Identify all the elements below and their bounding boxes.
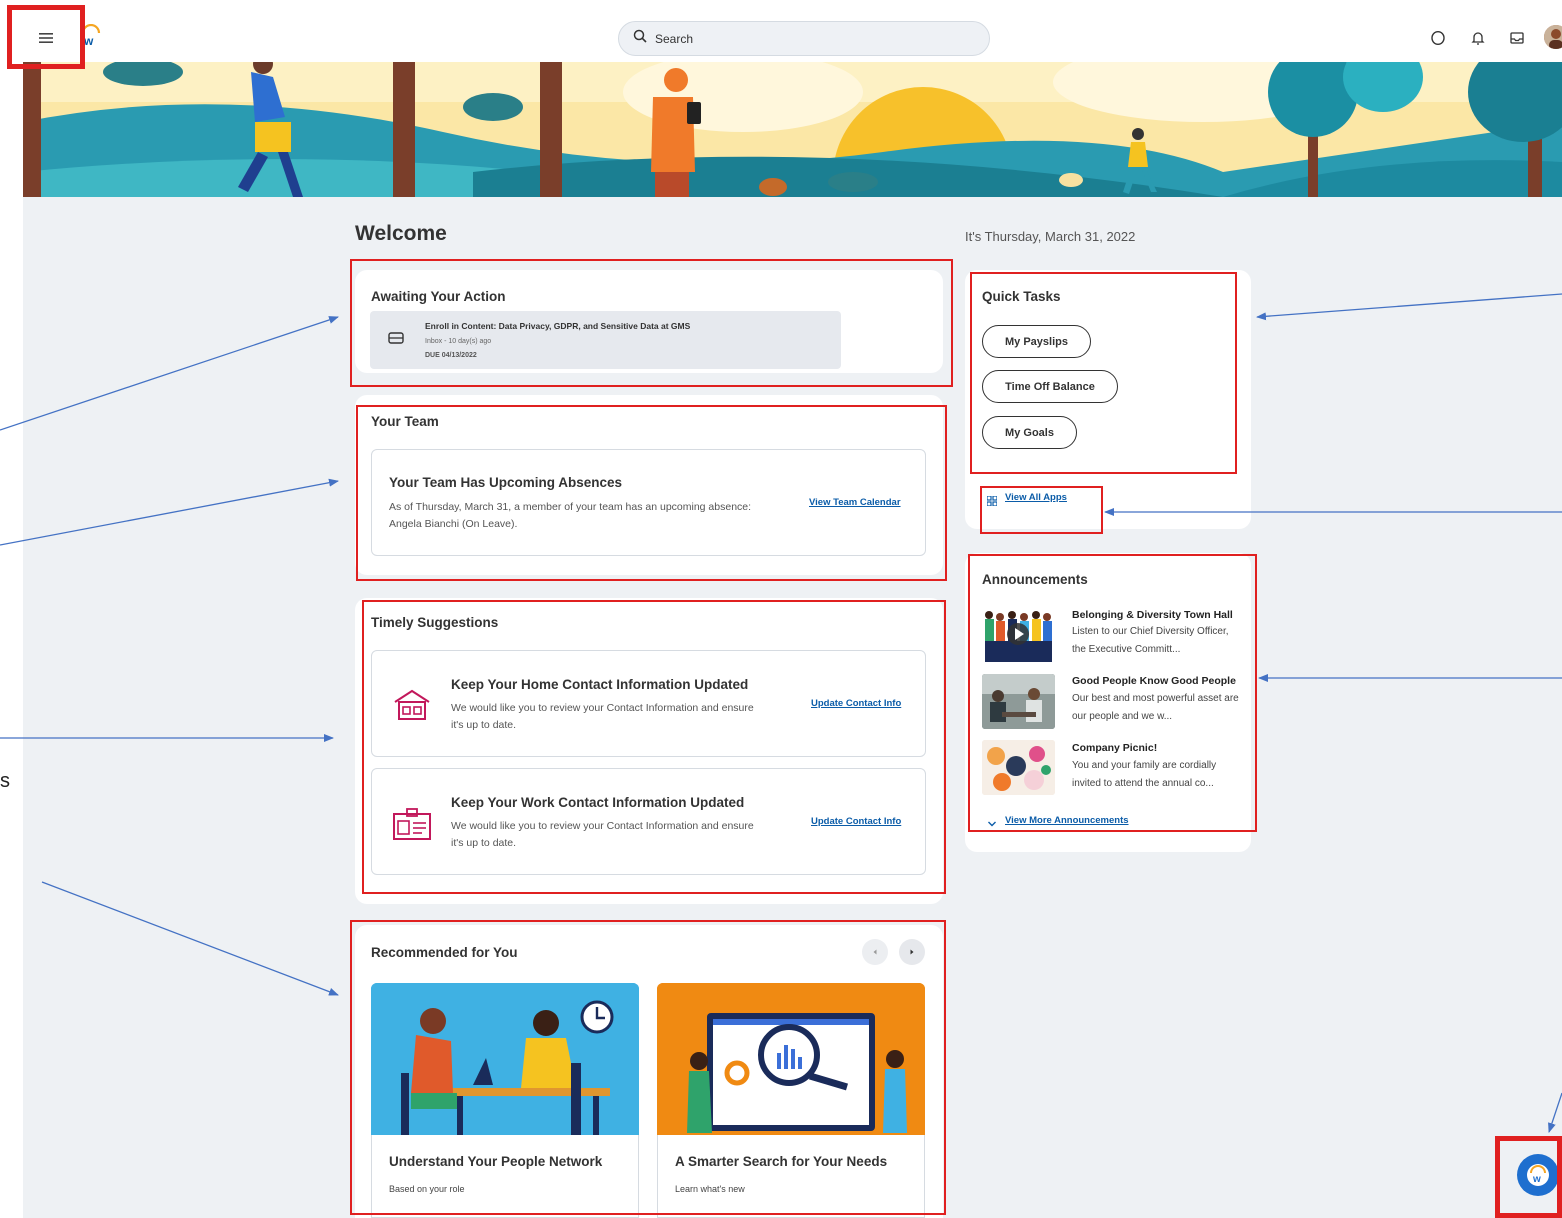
- announcement-picnic-text: You and your family are cordially invite…: [1072, 760, 1217, 789]
- my-payslips-button[interactable]: My Payslips: [982, 325, 1091, 358]
- smarter-search-image[interactable]: [657, 983, 925, 1135]
- chat-icon[interactable]: [1430, 30, 1448, 48]
- bell-icon[interactable]: [1470, 30, 1488, 48]
- inbox-task-meta: Inbox - 10 day(s) ago: [425, 338, 492, 345]
- page-title: Welcome: [355, 222, 447, 245]
- carousel-prev-button[interactable]: [862, 939, 888, 965]
- smarter-search-tile[interactable]: A Smarter Search for Your Needs Learn wh…: [657, 1135, 925, 1218]
- assistant-button[interactable]: w: [1517, 1154, 1559, 1196]
- workday-home-page: w Search Welcome It's Thursday, March 31…: [0, 0, 1562, 1218]
- people-network-image[interactable]: [371, 983, 639, 1135]
- people-network-tile[interactable]: Understand Your People Network Based on …: [371, 1135, 639, 1218]
- hero-banner: [23, 62, 1562, 197]
- timely-suggestions-title: Timely Suggestions: [371, 615, 499, 630]
- inbox-task-due: DUE 04/13/2022: [425, 352, 477, 359]
- inbox-icon: [388, 331, 404, 350]
- chevron-down-icon: [987, 815, 997, 833]
- announcement-diversity-title[interactable]: Belonging & Diversity Town Hall: [1072, 609, 1233, 621]
- left-edge-text-fragment: s: [0, 770, 10, 792]
- search-icon: [633, 29, 647, 48]
- recommended-title: Recommended for You: [371, 945, 518, 960]
- your-team-title: Your Team: [371, 414, 439, 429]
- suggestion-home-contact: Keep Your Home Contact Information Updat…: [371, 650, 926, 757]
- smarter-search-sub: Learn what's new: [675, 1184, 745, 1194]
- carousel-next-button[interactable]: [899, 939, 925, 965]
- workday-logo[interactable]: w: [80, 23, 102, 48]
- inbox-icon[interactable]: [1509, 30, 1527, 48]
- people-network-title: Understand Your People Network: [389, 1154, 603, 1169]
- update-home-contact-link[interactable]: Update Contact Info: [811, 698, 901, 709]
- view-team-calendar-link[interactable]: View Team Calendar: [809, 497, 901, 508]
- badge-icon: [392, 807, 432, 846]
- awaiting-action-title: Awaiting Your Action: [371, 289, 506, 304]
- menu-icon[interactable]: [28, 24, 64, 52]
- search-input[interactable]: [655, 31, 955, 46]
- date-label: It's Thursday, March 31, 2022: [965, 229, 1136, 244]
- suggestion-home-title: Keep Your Home Contact Information Updat…: [451, 677, 749, 692]
- view-more-announcements-link[interactable]: View More Announcements: [1005, 815, 1129, 826]
- announcement-thumb-picnic[interactable]: [982, 740, 1055, 795]
- suggestion-work-contact: Keep Your Work Contact Information Updat…: [371, 768, 926, 875]
- top-bar: w: [0, 0, 1562, 62]
- announcement-picnic-title[interactable]: Company Picnic!: [1072, 742, 1157, 754]
- announcement-people-text: Our best and most powerful asset are our…: [1072, 693, 1239, 722]
- apps-grid-icon: [986, 493, 998, 511]
- team-absence-card: Your Team Has Upcoming Absences As of Th…: [371, 449, 926, 556]
- view-all-apps-link[interactable]: View All Apps: [1005, 492, 1067, 503]
- suggestion-work-title: Keep Your Work Contact Information Updat…: [451, 795, 745, 810]
- announcements-title: Announcements: [982, 572, 1088, 587]
- time-off-balance-button[interactable]: Time Off Balance: [982, 370, 1118, 403]
- avatar[interactable]: [1544, 25, 1562, 49]
- my-goals-button[interactable]: My Goals: [982, 416, 1077, 449]
- smarter-search-title: A Smarter Search for Your Needs: [675, 1154, 888, 1169]
- team-absence-text: As of Thursday, March 31, a member of yo…: [389, 501, 752, 530]
- svg-text:w: w: [83, 34, 94, 48]
- announcement-people-title[interactable]: Good People Know Good People: [1072, 675, 1236, 687]
- announcement-thumb-people[interactable]: [982, 674, 1055, 729]
- inbox-task-title: Enroll in Content: Data Privacy, GDPR, a…: [425, 321, 691, 331]
- inbox-task-item[interactable]: Enroll in Content: Data Privacy, GDPR, a…: [370, 311, 841, 369]
- suggestion-home-text: We would like you to review your Contact…: [451, 702, 754, 731]
- quick-tasks-title: Quick Tasks: [982, 289, 1061, 304]
- suggestion-work-text: We would like you to review your Contact…: [451, 820, 754, 849]
- search-bar[interactable]: [618, 21, 990, 56]
- svg-text:w: w: [1532, 1174, 1541, 1185]
- update-work-contact-link[interactable]: Update Contact Info: [811, 816, 901, 827]
- announcement-thumb-diversity[interactable]: [982, 607, 1055, 662]
- team-absence-title: Your Team Has Upcoming Absences: [389, 475, 623, 490]
- people-network-sub: Based on your role: [389, 1184, 465, 1194]
- announcement-diversity-text: Listen to our Chief Diversity Officer, t…: [1072, 626, 1229, 655]
- home-icon: [392, 688, 432, 727]
